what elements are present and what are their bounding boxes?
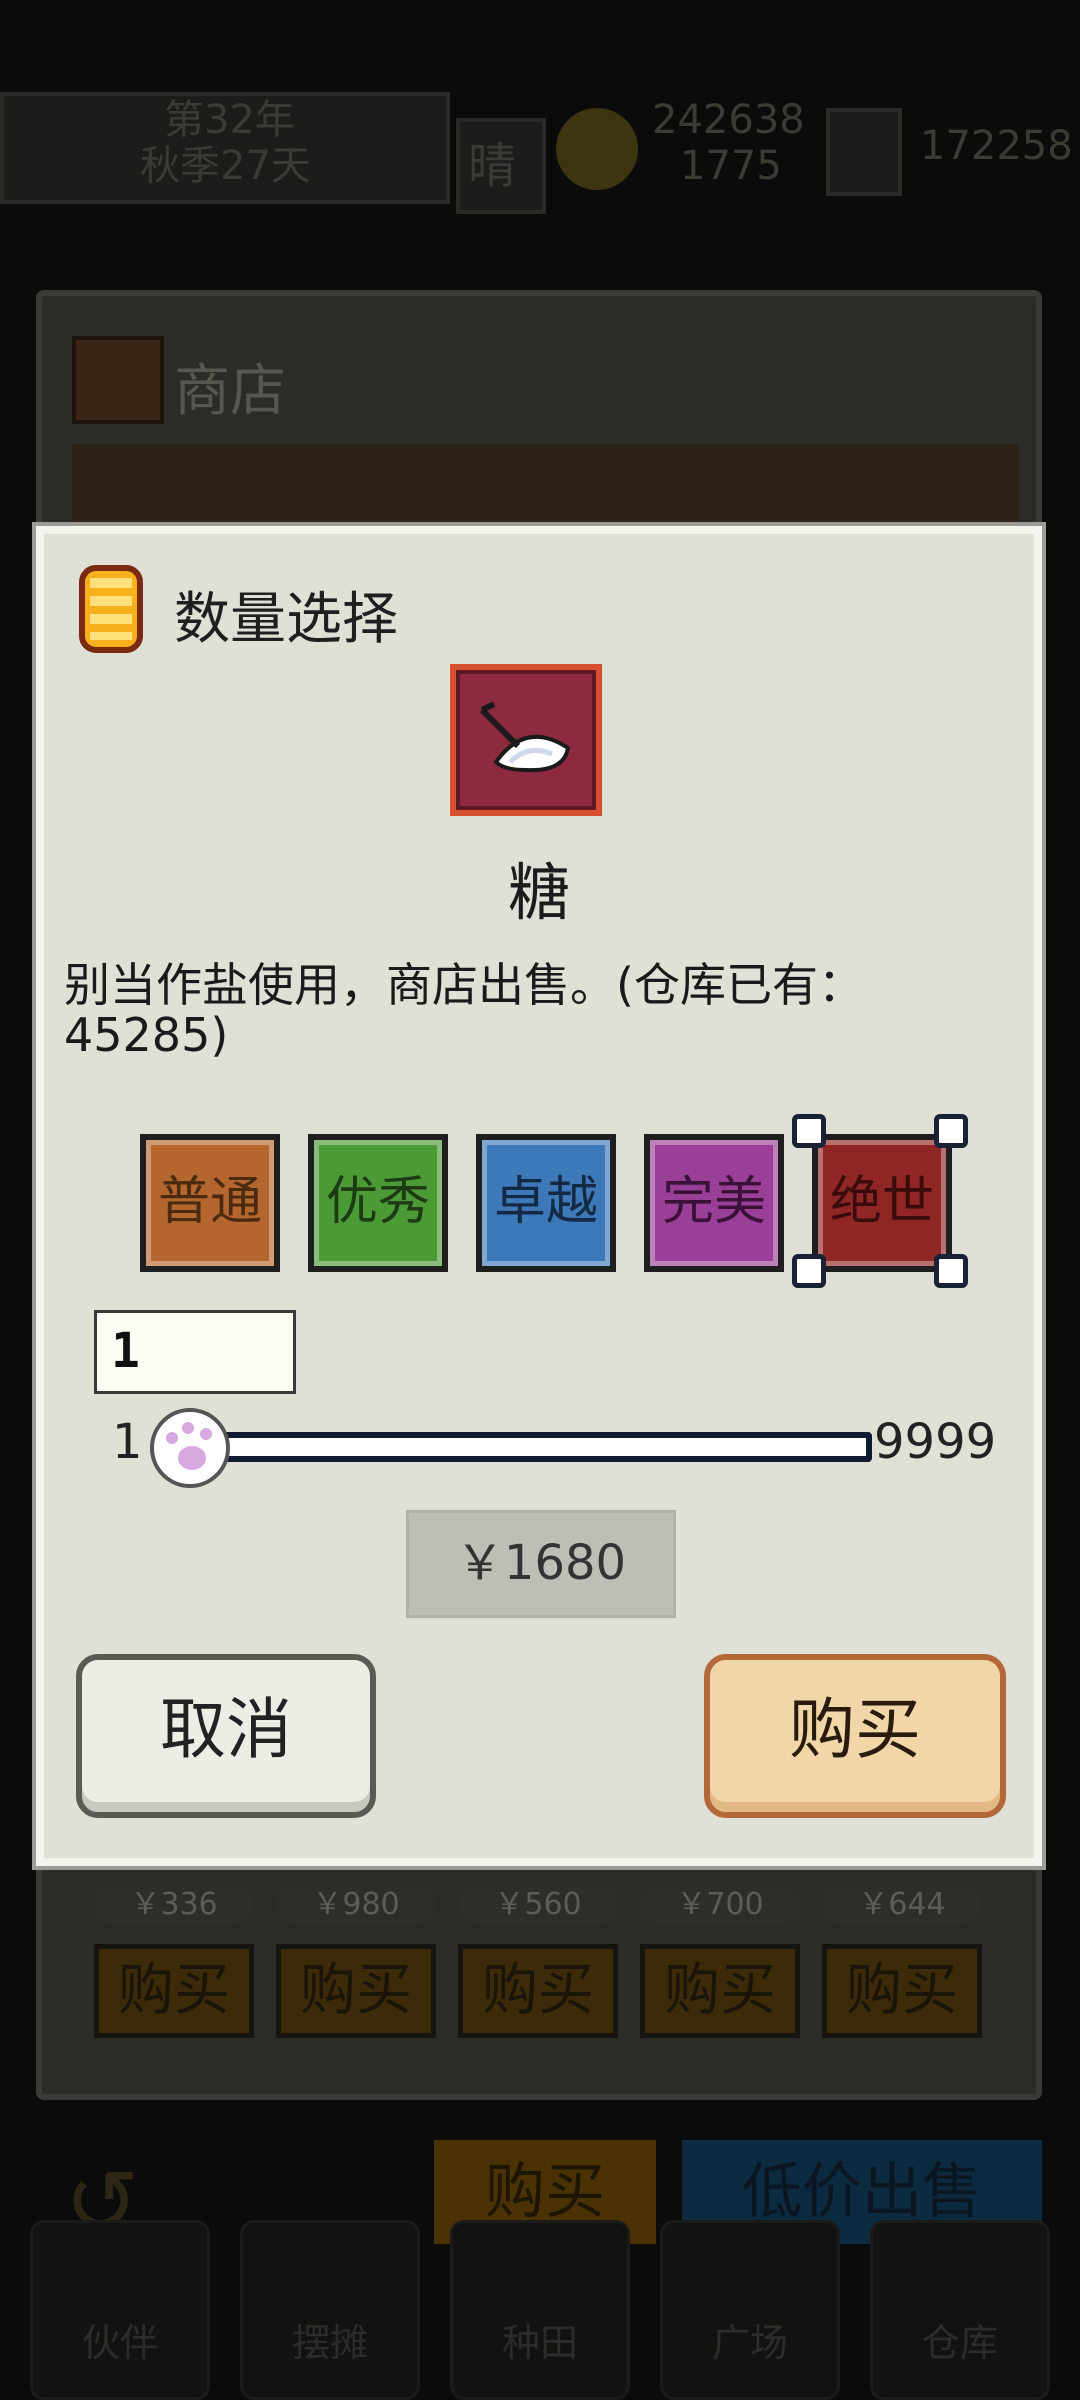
selection-corner-icon: [934, 1114, 968, 1148]
quality-superior-button[interactable]: 卓越: [476, 1134, 616, 1272]
item-icon-frame: [450, 664, 602, 816]
nav-label: 广场: [711, 2321, 788, 2365]
shop-buy-button-2[interactable]: 购买: [276, 1944, 436, 2038]
nav-label: 摆摊: [291, 2321, 368, 2365]
storage-icon: [826, 108, 902, 196]
selection-corner-icon: [934, 1254, 968, 1288]
item-description: 别当作盐使用，商店出售。(仓库已有：45285): [64, 958, 864, 1062]
nav-plaza[interactable]: 广场: [660, 2220, 840, 2400]
quality-perfect-button[interactable]: 完美: [644, 1134, 784, 1272]
nav-warehouse[interactable]: 仓库: [870, 2220, 1050, 2400]
gold-coins-icon: [79, 565, 143, 653]
coin-icon: [556, 108, 638, 190]
item-name: 糖: [507, 856, 570, 929]
date-year: 第32年: [164, 97, 295, 143]
paw-handle-icon[interactable]: [144, 1402, 236, 1490]
shop-price-1: ￥336: [94, 1886, 254, 1924]
nav-stall[interactable]: 摆摊: [240, 2220, 420, 2400]
quantity-dialog: 数量选择 糖 别当作盐使用，商店出售。(仓库已有：45285) 普通 优秀 卓越…: [36, 526, 1042, 1866]
shop-title: 商店: [174, 359, 286, 424]
shop-price-5: ￥644: [822, 1886, 982, 1924]
quality-peerless-button[interactable]: 绝世: [812, 1134, 952, 1272]
quantity-slider[interactable]: [168, 1432, 872, 1462]
chest-icon: [72, 336, 164, 424]
shop-price-4: ￥700: [640, 1886, 800, 1924]
selection-corner-icon: [792, 1254, 826, 1288]
total-price-display: ￥1680: [406, 1510, 676, 1618]
nav-label: 伙伴: [81, 2321, 158, 2365]
shop-buy-button-3[interactable]: 购买: [458, 1944, 618, 2038]
shop-banner: [72, 444, 1018, 534]
slider-max-label: 9999: [874, 1414, 997, 1470]
quality-excellent-button[interactable]: 优秀: [308, 1134, 448, 1272]
buy-button[interactable]: 购买: [704, 1654, 1006, 1818]
nav-label: 种田: [501, 2321, 578, 2365]
nav-farming[interactable]: 种田: [450, 2220, 630, 2400]
quality-normal-button[interactable]: 普通: [140, 1134, 280, 1272]
shop-buy-button-4[interactable]: 购买: [640, 1944, 800, 2038]
coins-sub: 1775: [680, 143, 782, 189]
shop-price-3: ￥560: [458, 1886, 618, 1924]
shop-buy-button-5[interactable]: 购买: [822, 1944, 982, 2038]
shop-buy-button-1[interactable]: 购买: [94, 1944, 254, 2038]
status-bar: 第32年 秋季27天 晴 242638 1775 172258: [0, 88, 1080, 214]
nav-partners[interactable]: 伙伴: [30, 2220, 210, 2400]
coins-amount: 242638: [652, 97, 805, 143]
sugar-icon: [479, 701, 571, 773]
dialog-title: 数量选择: [174, 587, 398, 652]
quantity-input[interactable]: 1: [94, 1310, 296, 1394]
selection-corner-icon: [792, 1114, 826, 1148]
weather-text: 晴: [468, 138, 517, 194]
nav-label: 仓库: [921, 2321, 998, 2365]
date-season: 秋季27天: [140, 143, 311, 189]
storage-count: 172258: [920, 123, 1073, 169]
slider-min-label: 1: [112, 1414, 143, 1470]
shop-price-2: ￥980: [276, 1886, 436, 1924]
cancel-button[interactable]: 取消: [76, 1654, 376, 1818]
